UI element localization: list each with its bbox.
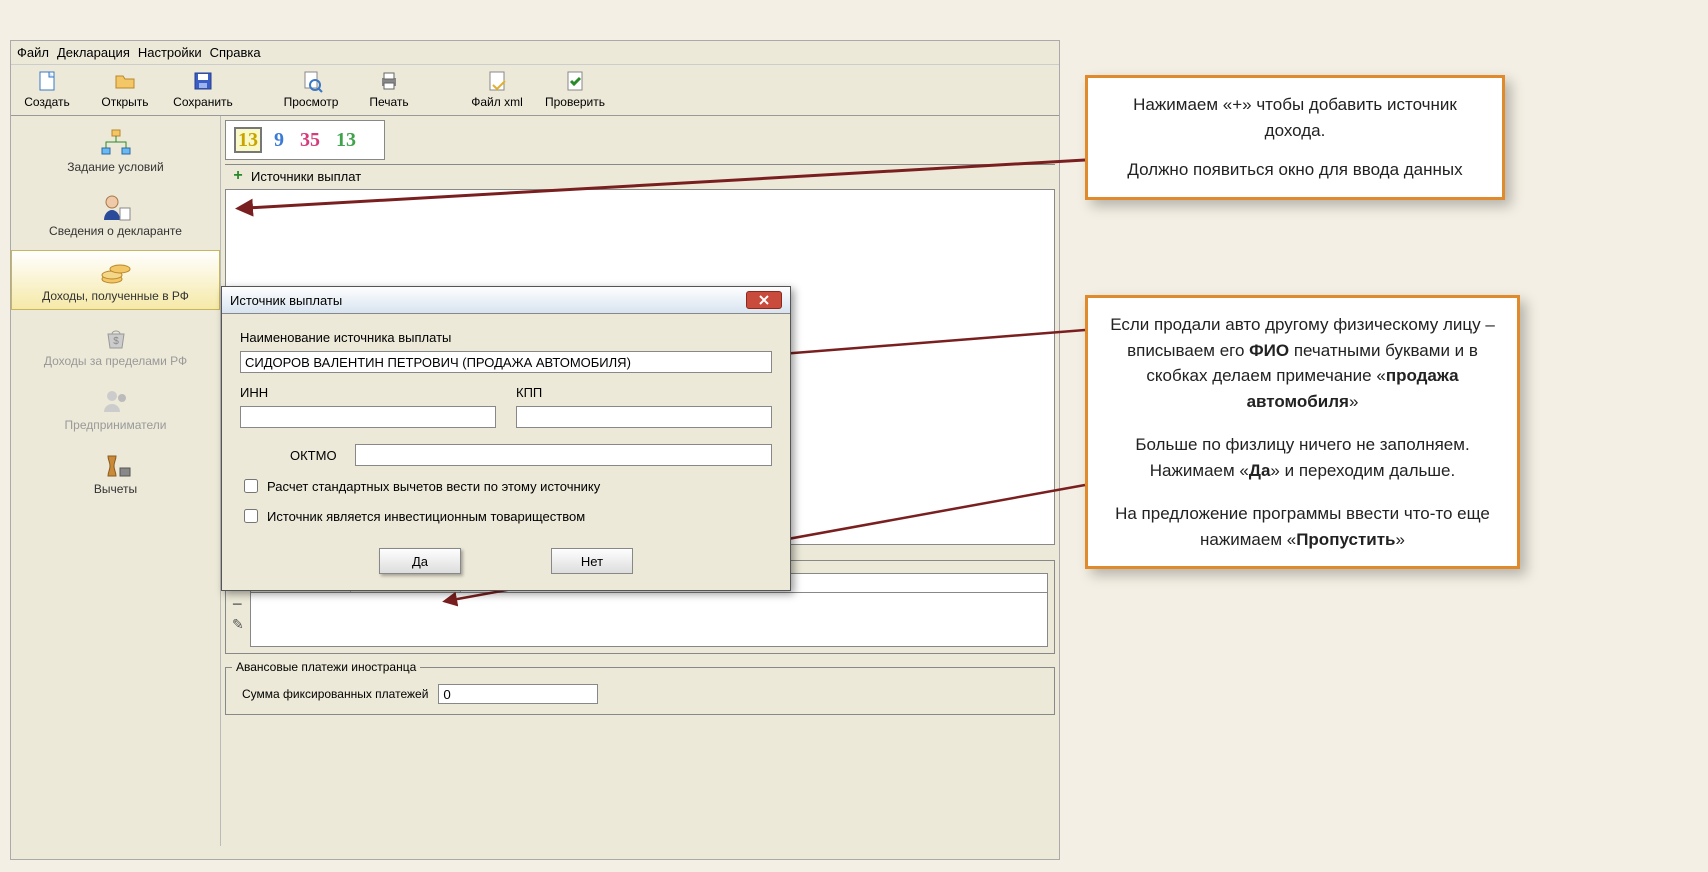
- sidebar: Задание условий Сведения о декларанте До…: [11, 116, 221, 846]
- inn-label: ИНН: [240, 385, 496, 400]
- rate-tab-35[interactable]: 35: [296, 127, 324, 153]
- preview-icon: [297, 69, 325, 93]
- yes-button[interactable]: Да: [379, 548, 461, 574]
- name-label: Наименование источника выплаты: [240, 330, 772, 345]
- advance-legend: Авансовые платежи иностранца: [232, 660, 420, 674]
- check-icon: [561, 69, 589, 93]
- rate-tab-13-green[interactable]: 13: [332, 127, 360, 153]
- oktmo-input[interactable]: [355, 444, 772, 466]
- investment-checkbox[interactable]: [244, 509, 258, 523]
- person-icon: [98, 192, 134, 222]
- open-label: Открыть: [101, 95, 148, 109]
- edit-deduction-button[interactable]: ✎: [232, 617, 244, 631]
- anno1-line2: Должно появиться окно для ввода данных: [1106, 157, 1484, 183]
- anno2-p3: На предложение программы ввести что-то е…: [1106, 501, 1499, 552]
- dialog-body: Наименование источника выплаты ИНН КПП О…: [222, 314, 790, 590]
- advance-input[interactable]: [438, 684, 598, 704]
- svg-text:$: $: [113, 336, 119, 347]
- app-window: Файл Декларация Настройки Справка Создат…: [10, 40, 1060, 860]
- sources-title: Источники выплат: [251, 169, 361, 184]
- people-icon: [98, 386, 134, 416]
- create-button[interactable]: Создать: [17, 69, 77, 109]
- source-dialog: Источник выплаты Наименование источника …: [221, 286, 791, 591]
- sidebar-item-declarant[interactable]: Сведения о декларанте: [11, 186, 220, 244]
- print-icon: [375, 69, 403, 93]
- vase-icon: [98, 450, 134, 480]
- annotation-add-source: Нажимаем «+» чтобы добавить источник дох…: [1085, 75, 1505, 200]
- menubar: Файл Декларация Настройки Справка: [11, 41, 1059, 65]
- sidebar-deductions-label: Вычеты: [94, 482, 137, 496]
- no-button[interactable]: Нет: [551, 548, 633, 574]
- sidebar-income-rf-label: Доходы, полученные в РФ: [42, 289, 189, 303]
- xml-label: Файл xml: [471, 95, 523, 109]
- sidebar-item-deductions[interactable]: Вычеты: [11, 444, 220, 502]
- sidebar-declarant-label: Сведения о декларанте: [49, 224, 182, 238]
- anno2-p2: Больше по физлицу ничего не заполняем. Н…: [1106, 432, 1499, 483]
- check-label: Проверить: [545, 95, 605, 109]
- save-icon: [189, 69, 217, 93]
- annotation-fill-name: Если продали авто другому физическому ли…: [1085, 295, 1520, 569]
- menu-file[interactable]: Файл: [17, 45, 49, 60]
- kpp-label: КПП: [516, 385, 772, 400]
- tree-icon: [98, 128, 134, 158]
- kpp-input[interactable]: [516, 406, 772, 428]
- open-button[interactable]: Открыть: [95, 69, 155, 109]
- sidebar-income-abroad-label: Доходы за пределами РФ: [44, 354, 187, 368]
- advance-label: Сумма фиксированных платежей: [242, 687, 428, 701]
- rate-tab-13-yellow[interactable]: 13: [234, 127, 262, 153]
- advance-fieldset: Авансовые платежи иностранца Сумма фикси…: [225, 660, 1055, 715]
- chk2-label: Источник является инвестиционным товарищ…: [267, 509, 585, 524]
- bag-icon: $: [98, 322, 134, 352]
- close-icon: [758, 295, 770, 305]
- dialog-titlebar: Источник выплаты: [222, 287, 790, 314]
- menu-help[interactable]: Справка: [210, 45, 261, 60]
- std-deduction-checkbox[interactable]: [244, 479, 258, 493]
- menu-settings[interactable]: Настройки: [138, 45, 202, 60]
- save-button[interactable]: Сохранить: [173, 69, 233, 109]
- sources-header: + Источники выплат: [225, 164, 1055, 187]
- rate-tab-9[interactable]: 9: [270, 127, 288, 153]
- sidebar-item-income-rf[interactable]: Доходы, полученные в РФ: [11, 250, 220, 310]
- close-button[interactable]: [746, 291, 782, 309]
- xml-icon: [483, 69, 511, 93]
- inn-input[interactable]: [240, 406, 496, 428]
- anno2-p1: Если продали авто другому физическому ли…: [1106, 312, 1499, 414]
- print-button[interactable]: Печать: [359, 69, 419, 109]
- xml-button[interactable]: Файл xml: [467, 69, 527, 109]
- preview-label: Просмотр: [284, 95, 339, 109]
- sidebar-conditions-label: Задание условий: [67, 160, 163, 174]
- create-label: Создать: [24, 95, 70, 109]
- add-source-button[interactable]: +: [229, 167, 247, 185]
- menu-declaration[interactable]: Декларация: [57, 45, 130, 60]
- check-button[interactable]: Проверить: [545, 69, 605, 109]
- new-file-icon: [33, 69, 61, 93]
- source-name-input[interactable]: [240, 351, 772, 373]
- sidebar-item-conditions[interactable]: Задание условий: [11, 122, 220, 180]
- preview-button[interactable]: Просмотр: [281, 69, 341, 109]
- sidebar-item-income-abroad[interactable]: $ Доходы за пределами РФ: [11, 316, 220, 374]
- dialog-title: Источник выплаты: [230, 293, 342, 308]
- sidebar-item-entrepreneurs[interactable]: Предприниматели: [11, 380, 220, 438]
- chk1-label: Расчет стандартных вычетов вести по этом…: [267, 479, 600, 494]
- coins-icon: [98, 257, 134, 287]
- print-label: Печать: [369, 95, 408, 109]
- oktmo-label: ОКТМО: [290, 448, 337, 463]
- remove-deduction-button[interactable]: −: [232, 597, 244, 611]
- anno1-line1: Нажимаем «+» чтобы добавить источник дох…: [1106, 92, 1484, 143]
- sidebar-entrepreneurs-label: Предприниматели: [65, 418, 167, 432]
- toolbar: Создать Открыть Сохранить Просмотр Печат…: [11, 65, 1059, 116]
- save-label: Сохранить: [173, 95, 233, 109]
- folder-open-icon: [111, 69, 139, 93]
- rate-tabs: 13 9 35 13: [225, 120, 385, 160]
